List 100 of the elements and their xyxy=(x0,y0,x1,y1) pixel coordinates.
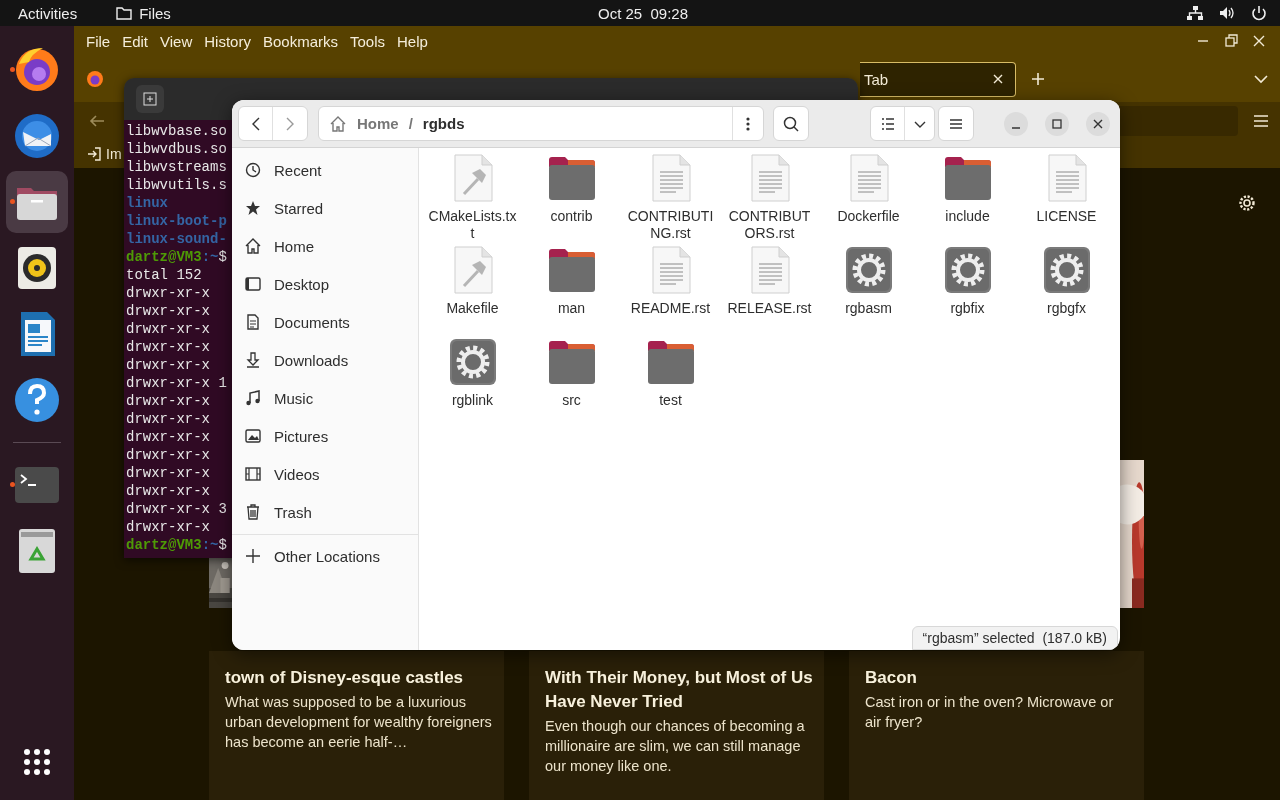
dock-item[interactable] xyxy=(6,171,68,233)
minimize-icon xyxy=(1011,126,1021,129)
view-button[interactable] xyxy=(870,106,935,141)
sidebar-item[interactable]: Music xyxy=(232,379,418,417)
more-icon xyxy=(746,115,750,132)
terminal-line: drwxr-xr-x xyxy=(126,410,210,428)
sidebar-item[interactable]: Downloads xyxy=(232,341,418,379)
sidebar-item[interactable]: Other Locations xyxy=(232,537,418,575)
menu-item[interactable]: Tools xyxy=(344,32,391,50)
browser-icon[interactable] xyxy=(86,70,104,88)
app-menu[interactable]: Files xyxy=(139,4,171,22)
terminal-line: libwvstreams xyxy=(126,158,227,176)
close-button[interactable] xyxy=(1086,111,1110,136)
directory-entry[interactable]: CONTRIBUTORS.rst xyxy=(720,154,819,242)
settings-icon[interactable] xyxy=(1238,194,1256,212)
gear-icon xyxy=(844,246,893,294)
directory-entry[interactable]: contrib xyxy=(522,154,621,242)
sidebar-item[interactable]: Recent xyxy=(232,151,418,189)
article-card[interactable]: With Their Money, but Most of Us Have Never Tried Even though our chances of becoming a millionaire are slim, we can still manage our money like one. xyxy=(529,651,824,800)
directory-entry[interactable]: src xyxy=(522,338,621,426)
terminal-line: drwxr-xr-x xyxy=(126,338,210,356)
new-tab-icon[interactable] xyxy=(1030,71,1046,87)
status-label: “rgbasm” selected (187.0 kB) xyxy=(911,626,1118,650)
directory-entry[interactable]: include xyxy=(918,154,1017,242)
browser-tab[interactable]: Tab xyxy=(860,61,1016,97)
terminal-line: drwxr-xr-x xyxy=(126,284,210,302)
terminal-line: libwvutils.s xyxy=(126,176,227,194)
folder-icon xyxy=(943,154,992,202)
folder-icon xyxy=(547,338,596,386)
directory-entry[interactable]: CMakeLists.txt xyxy=(423,154,522,242)
article-title[interactable]: Bacon xyxy=(865,666,1140,690)
terminal-line: drwxr-xr-x xyxy=(126,482,210,500)
close-icon xyxy=(1093,118,1103,129)
terminal-line: libwvdbus.so xyxy=(126,140,227,158)
import-icon[interactable] xyxy=(86,146,102,162)
menu-item[interactable]: File xyxy=(80,32,117,50)
list-view-icon xyxy=(879,115,896,132)
current-folder[interactable]: rgbds xyxy=(422,115,465,132)
home-icon xyxy=(244,237,262,255)
sidebar-item[interactable]: Pictures xyxy=(232,417,418,455)
directory-entry[interactable]: Makefile xyxy=(423,246,522,334)
directory-entry[interactable]: rgblink xyxy=(423,338,522,426)
gear-icon xyxy=(448,338,497,386)
sidebar-item[interactable]: Trash xyxy=(232,493,418,531)
terminal-line: total 152 xyxy=(126,266,202,284)
terminal-line: linux xyxy=(126,194,168,212)
star-icon xyxy=(244,199,262,217)
app-grid-icon[interactable] xyxy=(21,746,53,778)
directory-entry[interactable]: Dockerfile xyxy=(819,154,918,242)
restore-icon[interactable] xyxy=(1222,32,1240,50)
network-icon[interactable] xyxy=(1186,5,1204,21)
directory-entry[interactable]: test xyxy=(621,338,720,426)
menu-item[interactable]: Bookmarks xyxy=(256,32,344,50)
chevron-right-icon xyxy=(284,115,296,132)
sidebar-item[interactable]: Desktop xyxy=(232,265,418,303)
terminal-line: linux-boot-p xyxy=(126,212,227,230)
article-card[interactable]: Bacon Cast iron or in the oven? Microwave or air fryer? xyxy=(849,651,1144,800)
gear-icon xyxy=(943,246,992,294)
directory-entry[interactable]: README.rst xyxy=(621,246,720,334)
clock-icon xyxy=(244,161,262,179)
terminal-line: drwxr-xr-x xyxy=(126,518,210,536)
activities-button[interactable]: Activities xyxy=(18,4,78,22)
sidebar-item[interactable]: Starred xyxy=(232,189,418,227)
new-tab-button[interactable] xyxy=(136,85,164,113)
directory-entry[interactable]: RELEASE.rst xyxy=(720,246,819,334)
menu-icon[interactable] xyxy=(1252,112,1270,130)
download-icon xyxy=(244,351,262,369)
bookmark-item[interactable]: Im xyxy=(106,146,122,162)
path-crumb[interactable]: Home xyxy=(357,115,399,132)
terminal-line: drwxr-xr-x xyxy=(126,392,210,410)
sidebar-item[interactable]: Videos xyxy=(232,455,418,493)
menu-item[interactable]: History xyxy=(198,32,257,50)
directory-entry[interactable]: man xyxy=(522,246,621,334)
clock[interactable]: Oct 25 09:28 xyxy=(434,4,852,22)
volume-icon[interactable] xyxy=(1218,5,1236,21)
search-button[interactable] xyxy=(773,106,809,141)
document-icon xyxy=(244,313,262,331)
path-bar[interactable]: Home / rgbds xyxy=(318,106,764,141)
article-card[interactable]: town of Disney-esque castles What was supposed to be a luxurious urban development for wealthy foreigners has become an eerie half-… xyxy=(209,651,504,800)
maximize-button[interactable] xyxy=(1045,111,1069,136)
directory-entry[interactable]: rgbgfx xyxy=(1017,246,1116,334)
sidebar-item[interactable]: Home xyxy=(232,227,418,265)
film-icon xyxy=(244,465,262,483)
menu-item[interactable]: Help xyxy=(391,32,434,50)
close-icon[interactable] xyxy=(991,72,1005,86)
article-title[interactable]: town of Disney-esque castles xyxy=(225,666,500,690)
article-title[interactable]: With Their Money, but Most of Us Have Never Tried xyxy=(545,666,820,714)
menu-item[interactable]: Edit xyxy=(116,32,155,50)
directory-entry[interactable]: CONTRIBUTING.rst xyxy=(621,154,720,242)
menu-button[interactable] xyxy=(938,106,974,141)
menu-item[interactable]: View xyxy=(154,32,199,50)
terminal-line: drwxr-xr-x xyxy=(126,464,210,482)
terminal-prompt: dartz@VM3:~$ xyxy=(126,248,227,266)
power-icon[interactable] xyxy=(1250,4,1268,22)
plus-icon xyxy=(244,547,262,565)
directory-entry[interactable]: LICENSE xyxy=(1017,154,1116,242)
minimize-button[interactable] xyxy=(1004,111,1028,136)
sidebar-item[interactable]: Documents xyxy=(232,303,418,341)
directory-entry[interactable]: rgbasm xyxy=(819,246,918,334)
directory-entry[interactable]: rgbfix xyxy=(918,246,1017,334)
